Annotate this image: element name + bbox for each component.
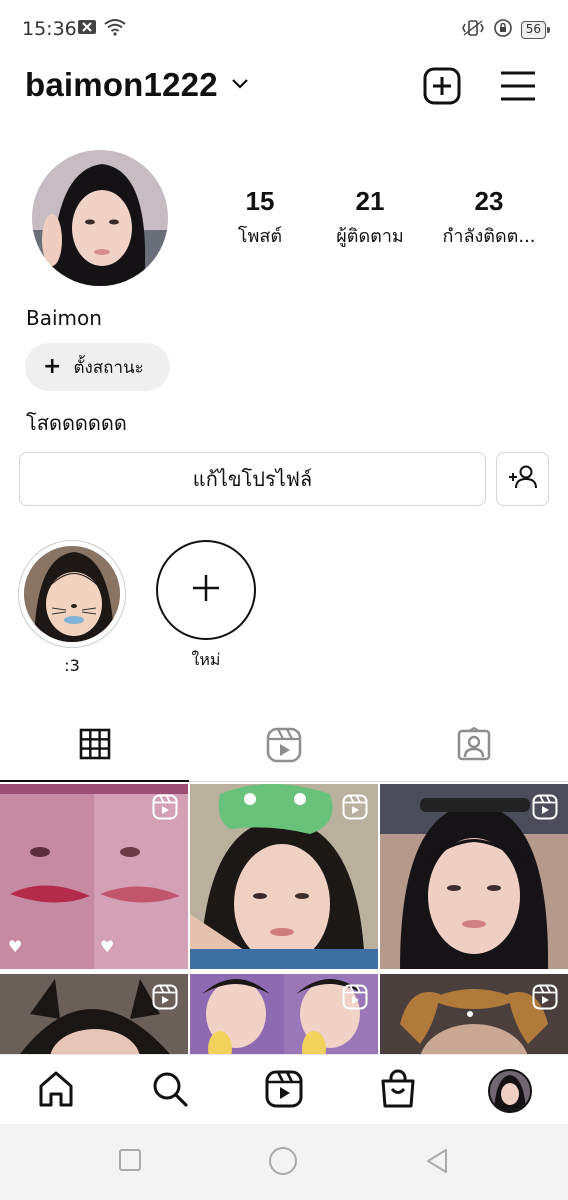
message-icon xyxy=(78,19,96,39)
reel-badge-icon xyxy=(152,984,178,1014)
stat-following[interactable]: 23 กำลังติดต... xyxy=(430,186,548,250)
reel-badge-icon xyxy=(532,984,558,1014)
stat-value: 21 xyxy=(355,186,385,216)
stat-label: ผู้ติดตาม xyxy=(336,226,404,247)
svg-text:♥: ♥ xyxy=(8,937,22,956)
tab-reels[interactable] xyxy=(189,712,378,782)
chevron-down-icon[interactable] xyxy=(230,76,250,95)
svg-text:♥: ♥ xyxy=(100,937,114,956)
reel-badge-icon xyxy=(532,794,558,824)
username[interactable]: baimon1222 xyxy=(25,66,218,104)
recent-apps-icon[interactable] xyxy=(118,1148,142,1176)
add-person-icon xyxy=(508,464,538,494)
vibrate-icon xyxy=(461,19,485,41)
nav-profile[interactable] xyxy=(488,1069,532,1113)
post-thumbnail[interactable] xyxy=(190,974,378,1054)
profile-avatar[interactable] xyxy=(32,150,168,286)
post-thumbnail[interactable] xyxy=(190,784,378,969)
battery-icon: 56 xyxy=(520,21,551,39)
home-button-icon[interactable] xyxy=(268,1146,298,1180)
stat-value: 15 xyxy=(245,186,275,216)
reel-badge-icon xyxy=(152,794,178,824)
stat-value: 23 xyxy=(474,186,504,216)
system-navigation-bar xyxy=(0,1124,568,1200)
nav-reels[interactable] xyxy=(262,1069,306,1113)
back-icon[interactable] xyxy=(424,1148,450,1178)
reels-icon xyxy=(265,1070,303,1112)
nav-home[interactable] xyxy=(34,1069,78,1113)
stat-followers[interactable]: 21 ผู้ติดตาม xyxy=(310,186,430,250)
highlight-label: ใหม่ xyxy=(191,650,221,669)
set-status-button[interactable]: + ตั้งสถานะ xyxy=(25,343,170,391)
profile-header: baimon1222 xyxy=(0,62,568,112)
edit-profile-button[interactable]: แก้ไขโปรไฟล์ xyxy=(19,452,486,506)
stat-label: โพสต์ xyxy=(237,226,283,247)
post-thumbnail[interactable] xyxy=(380,784,568,969)
plus-icon: + xyxy=(43,354,62,379)
tagged-icon xyxy=(456,726,492,767)
status-bar: 15:36 56 xyxy=(0,0,568,58)
reel-badge-icon xyxy=(342,984,368,1014)
post-thumbnail[interactable] xyxy=(0,974,188,1054)
reel-badge-icon xyxy=(342,794,368,824)
rotation-lock-icon xyxy=(493,18,513,42)
profile-stats: 15 โพสต์ 21 ผู้ติดตาม 23 กำลังติดต... xyxy=(200,186,568,256)
stat-label: กำลังติดต... xyxy=(442,226,536,247)
profile-tabs xyxy=(0,712,568,782)
posts-grid: ♥ ♥ xyxy=(0,784,568,1054)
stat-posts[interactable]: 15 โพสต์ xyxy=(200,186,320,250)
highlight-thumbnail xyxy=(24,546,120,642)
plus-icon xyxy=(190,572,222,608)
post-thumbnail[interactable]: ♥ ♥ xyxy=(0,784,188,969)
home-icon xyxy=(36,1069,76,1113)
bottom-navigation xyxy=(0,1054,568,1124)
highlight-item[interactable]: :3 xyxy=(17,540,127,675)
tab-posts[interactable] xyxy=(0,712,189,782)
post-thumbnail[interactable] xyxy=(380,974,568,1054)
status-chip-label: ตั้งสถานะ xyxy=(73,357,144,378)
profile-avatar xyxy=(488,1069,532,1113)
tab-tagged[interactable] xyxy=(379,712,568,782)
wifi-icon xyxy=(104,18,126,40)
reels-icon xyxy=(266,727,302,767)
nav-search[interactable] xyxy=(148,1069,192,1113)
grid-icon xyxy=(79,728,111,764)
highlight-label: :3 xyxy=(64,656,80,675)
menu-icon[interactable] xyxy=(498,68,538,104)
add-post-icon[interactable] xyxy=(422,66,462,106)
edit-profile-label: แก้ไขโปรไฟล์ xyxy=(192,467,313,491)
bio: โสดดดดดด xyxy=(26,411,127,435)
shop-icon xyxy=(379,1069,417,1113)
search-icon xyxy=(150,1069,190,1113)
nav-shop[interactable] xyxy=(376,1069,420,1113)
new-highlight-button[interactable]: ใหม่ xyxy=(151,540,261,673)
status-time: 15:36 xyxy=(22,18,77,40)
discover-people-button[interactable] xyxy=(496,452,549,506)
display-name: Baimon xyxy=(26,306,102,330)
